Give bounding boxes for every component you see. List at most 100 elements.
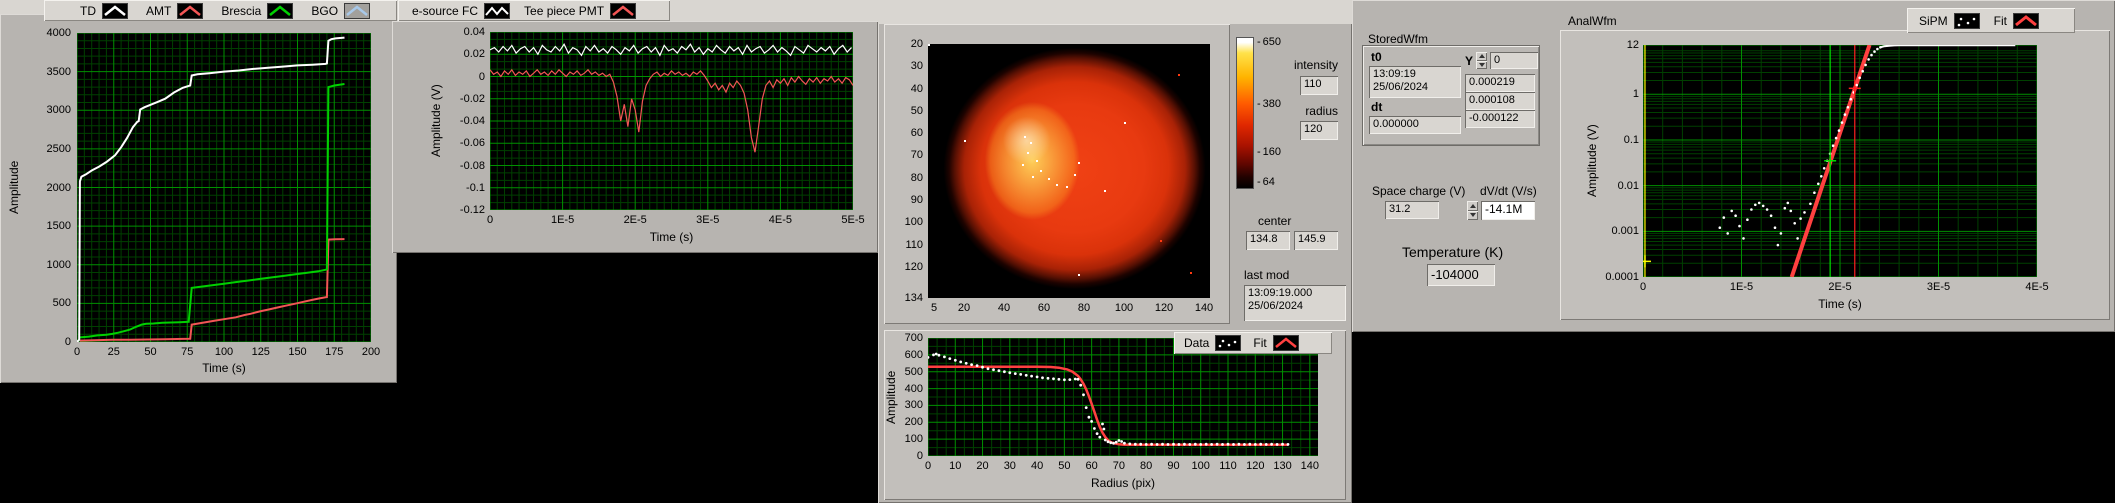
center-y-field[interactable]: 145.9 xyxy=(1294,231,1338,250)
x-axis-ticks: 01E-52E-53E-54E-5 xyxy=(1643,280,2037,294)
radial-profile-subpanel: Amplitude 0100200300400500600700 0102030… xyxy=(884,330,1346,500)
radius-label: radius xyxy=(1280,104,1338,118)
dt-label: dt xyxy=(1371,100,1382,114)
colorbar-tick: 650 xyxy=(1257,36,1281,48)
beam-intensity-image xyxy=(928,44,1210,298)
x-axis-label: Time (s) xyxy=(490,230,853,244)
chevron-line-icon xyxy=(270,7,290,15)
plot-style-chip[interactable] xyxy=(1954,13,1980,29)
last-mod-date: 25/06/2024 xyxy=(1248,300,1342,313)
last-mod-label: last mod xyxy=(1244,268,1289,282)
legend-item-fit[interactable]: Fit xyxy=(1253,335,1298,351)
plot-style-chip[interactable] xyxy=(484,3,510,19)
intensity-graph-subpanel: 2030405060708090100110120134 52040608010… xyxy=(884,24,1230,324)
t0-field: 13:09:19 25/06/2024 xyxy=(1369,66,1461,98)
legend-label: TD xyxy=(80,4,96,18)
colorbar-tick: 380 xyxy=(1257,98,1281,110)
profile-legend[interactable]: Data Fit xyxy=(1174,332,1332,354)
dvdt-spinner[interactable] xyxy=(1467,201,1478,220)
legend-item-tee-piece-pmt[interactable]: Tee piece PMT xyxy=(524,3,636,19)
plot-style-chip[interactable] xyxy=(177,3,203,19)
temperature-label: Temperature (K) xyxy=(1402,244,1503,260)
counts-graph-legend[interactable]: TD AMT Brescia BGO xyxy=(44,0,397,21)
image-panel-top-strip xyxy=(878,0,1352,24)
legend-label: Brescia xyxy=(221,4,261,18)
analwfm-plot[interactable] xyxy=(1643,45,2037,277)
analwfm-legend[interactable]: SiPM Fit xyxy=(1907,8,2075,33)
colorbar-tick: 64 xyxy=(1257,176,1275,188)
y-array-label: Y xyxy=(1465,54,1473,68)
spinner-down-icon[interactable] xyxy=(1467,211,1478,221)
radius-field[interactable]: 120 xyxy=(1300,121,1338,140)
legend-item-fit[interactable]: Fit xyxy=(1994,13,2039,29)
spinner-down-icon[interactable] xyxy=(1476,61,1487,70)
dvdt-field[interactable]: -14.1M xyxy=(1481,201,1535,220)
x-axis-ticks: 0102030405060708090100110120130140 xyxy=(928,459,1318,473)
legend-label: Fit xyxy=(1994,14,2007,28)
esource-graph-legend[interactable]: e-source FC Tee piece PMT xyxy=(398,0,670,21)
spinner-up-icon[interactable] xyxy=(1467,201,1478,211)
y-axis-ticks: 0100200300400500600700 xyxy=(896,338,926,456)
chevron-line-icon xyxy=(613,7,633,15)
y-axis-ticks: 0.040.020-0.02-0.04-0.06-0.08-0.1-0.12 xyxy=(444,32,488,210)
legend-item-bgo[interactable]: BGO xyxy=(311,3,370,19)
legend-label: e-source FC xyxy=(412,4,478,18)
beam-image-plot xyxy=(928,44,1210,298)
plot-style-chip[interactable] xyxy=(610,3,636,19)
panel-esource-graph: Amplitude (V) 0.040.020-0.02-0.04-0.06-0… xyxy=(392,21,878,253)
y-index-spinner[interactable] xyxy=(1476,52,1487,69)
legend-item-td[interactable]: TD xyxy=(80,3,128,19)
x-axis-ticks: 01E-52E-53E-54E-55E-5 xyxy=(490,213,853,227)
x-axis-label: Time (s) xyxy=(77,361,371,375)
legend-item-sipm[interactable]: SiPM xyxy=(1919,13,1980,29)
chevron-line-icon xyxy=(180,7,200,15)
legend-item-esource-fc[interactable]: e-source FC xyxy=(412,3,510,19)
chevron-line-icon xyxy=(2016,17,2036,25)
plot-style-chip[interactable] xyxy=(102,3,128,19)
y-axis-label: Amplitude (V) xyxy=(1584,45,1600,277)
dt-field: 0.000000 xyxy=(1369,116,1461,134)
legend-label: Fit xyxy=(1253,336,1266,350)
intensity-field[interactable]: 110 xyxy=(1300,76,1338,95)
image-speckles xyxy=(928,44,930,46)
y-value-0: 0.000219 xyxy=(1465,74,1535,92)
plot-style-chip[interactable] xyxy=(1215,335,1241,351)
plot-style-chip[interactable] xyxy=(267,3,293,19)
legend-item-data[interactable]: Data xyxy=(1184,335,1241,351)
dvdt-label: dV/dt (V/s) xyxy=(1480,184,1537,198)
chevron-line-icon xyxy=(347,7,367,15)
spinner-up-icon[interactable] xyxy=(1476,52,1487,61)
space-charge-field: 31.2 xyxy=(1385,201,1439,219)
y-index-field[interactable]: 0 xyxy=(1490,52,1538,69)
counts-graph-plot xyxy=(77,33,371,342)
legend-label: Data xyxy=(1184,336,1209,350)
panel-beam-image: 2030405060708090100110120134 52040608010… xyxy=(878,0,1352,503)
x-axis-ticks: 520406080100120140 xyxy=(928,301,1210,315)
storedwfm-cluster: t0 13:09:19 25/06/2024 dt 0.000000 Y 0 0… xyxy=(1363,46,1539,145)
legend-label: BGO xyxy=(311,4,338,18)
y-axis-ticks: 1210.10.010.0010.0001 xyxy=(1600,45,1642,277)
last-mod-field: 13:09:19.000 25/06/2024 xyxy=(1244,285,1346,321)
plot-style-chip[interactable] xyxy=(1273,335,1299,351)
dots-icon xyxy=(1959,17,1962,20)
legend-item-amt[interactable]: AMT xyxy=(146,3,203,19)
y-axis-ticks: 05001000150020002500300035004000 xyxy=(27,33,74,342)
colorbar-tick: 160 xyxy=(1257,146,1281,158)
y-axis-label: Amplitude (V) xyxy=(428,32,444,210)
y-value-1: 0.000108 xyxy=(1465,92,1535,110)
y-value-2: -0.000122 xyxy=(1465,110,1535,128)
x-axis-label: Time (s) xyxy=(1643,297,2037,311)
t0-time: 13:09:19 xyxy=(1373,68,1457,81)
legend-item-brescia[interactable]: Brescia xyxy=(221,3,293,19)
last-mod-time: 13:09:19.000 xyxy=(1248,287,1342,300)
zigzag-line-icon xyxy=(486,8,508,15)
panel-waveform-analysis: StoredWfm t0 13:09:19 25/06/2024 dt 0.00… xyxy=(1352,0,2115,332)
plot-style-chip[interactable] xyxy=(2013,13,2039,29)
legend-label: AMT xyxy=(146,4,171,18)
esource-graph-plot xyxy=(490,32,853,210)
chevron-line-icon xyxy=(1276,339,1296,347)
plot-style-chip[interactable] xyxy=(344,3,370,19)
x-axis-ticks: 0255075100125150175200 xyxy=(77,345,371,359)
dots-icon xyxy=(1222,340,1225,343)
center-x-field[interactable]: 134.8 xyxy=(1246,231,1290,250)
